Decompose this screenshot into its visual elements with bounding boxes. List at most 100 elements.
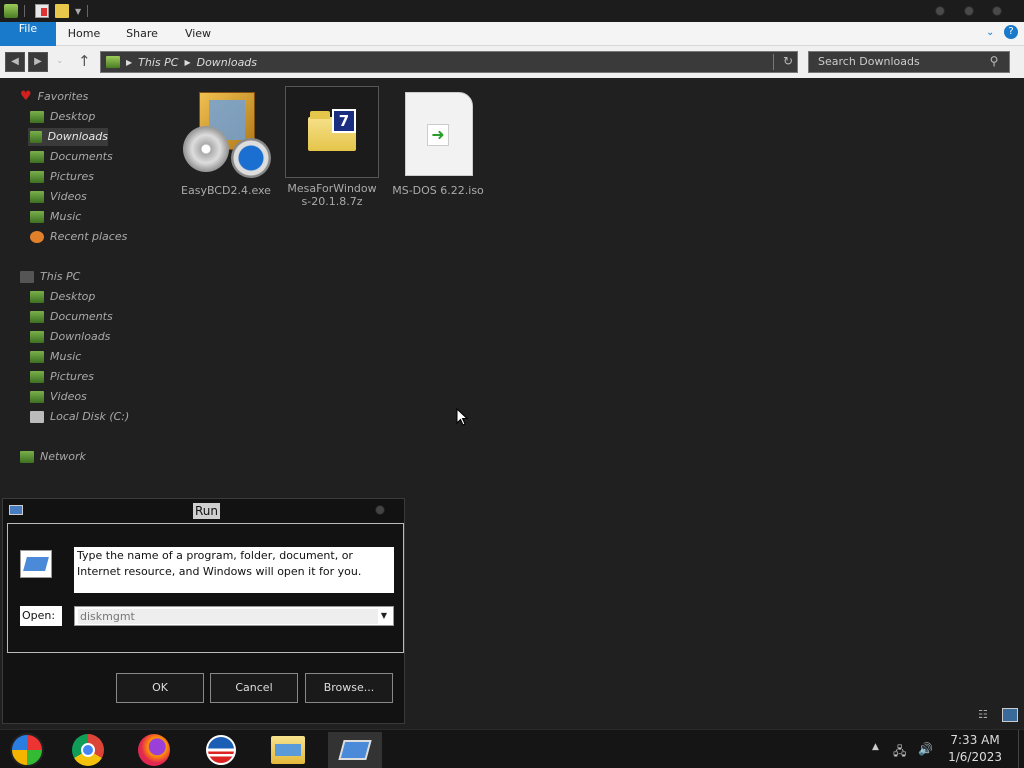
nav-label: Documents	[50, 310, 113, 323]
taskbar-app-circle[interactable]	[194, 732, 248, 768]
network-icon	[20, 451, 34, 463]
recent-locations-icon[interactable]: ⌄	[56, 56, 64, 66]
clock-time: 7:33 AM	[950, 733, 1000, 747]
cancel-button[interactable]: Cancel	[210, 673, 298, 703]
nav-fav-downloads[interactable]: Downloads	[28, 128, 108, 146]
volume-icon[interactable]: 🔊	[918, 742, 933, 756]
start-button[interactable]	[0, 732, 54, 768]
nav-pc-desktop[interactable]: Desktop	[30, 288, 95, 306]
explorer-app-icon[interactable]	[4, 4, 18, 18]
details-view-icon[interactable]: ☷	[978, 708, 992, 722]
music-icon	[30, 211, 44, 223]
nav-label: Documents	[50, 150, 113, 163]
breadcrumb-downloads[interactable]: Downloads	[197, 56, 257, 69]
system-clock[interactable]: 7:33 AM 1/6/2023	[948, 732, 1002, 766]
nav-pc-pictures[interactable]: Pictures	[30, 368, 94, 386]
nav-fav-videos[interactable]: Videos	[30, 188, 87, 206]
nav-network[interactable]: Network	[20, 448, 86, 466]
nav-label: Music	[50, 350, 82, 363]
taskbar-run[interactable]	[328, 732, 382, 768]
nav-fav-documents[interactable]: Documents	[30, 148, 113, 166]
documents-icon	[30, 311, 44, 323]
run-program-icon	[20, 550, 52, 578]
downloads-icon	[30, 331, 44, 343]
search-icon[interactable]: ⚲	[985, 54, 1003, 70]
expand-ribbon-icon[interactable]: ⌄	[986, 27, 994, 38]
maximize-button[interactable]	[964, 6, 974, 16]
help-icon[interactable]: ?	[1004, 25, 1018, 39]
taskbar-file-explorer[interactable]	[261, 732, 315, 768]
desktop-icon	[30, 291, 44, 303]
breadcrumb-separator-icon[interactable]: ▶	[126, 58, 132, 67]
nav-pc-documents[interactable]: Documents	[30, 308, 113, 326]
mouse-cursor-icon	[456, 407, 469, 429]
file-item-easybcd[interactable]: EasyBCD2.4.exe	[178, 90, 274, 197]
nav-this-pc-header[interactable]: This PC	[20, 268, 80, 286]
ribbon: File Home Share View ⌄ ?	[0, 22, 1024, 46]
setup-icon	[181, 90, 271, 180]
network-tray-icon[interactable]: 🖧	[893, 742, 906, 763]
nav-label: This PC	[40, 270, 81, 283]
file-item-msdos[interactable]: ➜ MS-DOS 6.22.iso	[390, 90, 486, 197]
nav-pc-music[interactable]: Music	[30, 348, 81, 366]
ok-button[interactable]: OK	[116, 673, 204, 703]
nav-fav-pictures[interactable]: Pictures	[30, 168, 94, 186]
nav-label: Videos	[50, 390, 87, 403]
up-button[interactable]: ↑	[78, 52, 91, 70]
forward-button[interactable]: ▶	[28, 52, 48, 72]
new-folder-icon[interactable]	[55, 4, 69, 18]
nav-fav-desktop[interactable]: Desktop	[30, 108, 95, 126]
dropdown-arrow-icon[interactable]: ▼	[377, 608, 391, 624]
file-item-mesa[interactable]: 7 MesaForWindows-20.1.8.7z	[284, 86, 380, 208]
tab-file[interactable]: File	[0, 22, 56, 46]
nav-pc-downloads[interactable]: Downloads	[30, 328, 110, 346]
address-bar[interactable]: ▶ This PC ▶ Downloads ↻	[100, 51, 798, 73]
clock-date: 1/6/2023	[948, 750, 1002, 764]
file-name: MS-DOS 6.22.iso	[392, 184, 484, 197]
nav-label: Favorites	[37, 90, 89, 103]
taskbar-firefox[interactable]	[127, 732, 181, 768]
dialog-close-button[interactable]	[375, 505, 385, 515]
refresh-icon[interactable]: ↻	[773, 54, 793, 70]
pictures-icon	[30, 371, 44, 383]
properties-icon[interactable]	[35, 4, 49, 18]
file-name: EasyBCD2.4.exe	[181, 184, 271, 197]
tab-view[interactable]: View	[178, 22, 218, 46]
recent-places-icon	[30, 231, 44, 243]
nav-fav-recent-places[interactable]: Recent places	[30, 228, 127, 246]
tab-home[interactable]: Home	[62, 22, 106, 46]
taskbar-chrome[interactable]	[61, 732, 115, 768]
videos-icon	[30, 191, 44, 203]
nav-label: Recent places	[50, 230, 128, 243]
navigation-pane: ♥ Favorites Desktop Downloads Documents …	[0, 80, 170, 500]
breadcrumb-this-pc[interactable]: This PC	[138, 56, 178, 69]
nav-label: Music	[50, 210, 82, 223]
breadcrumb-separator-icon[interactable]: ▶	[184, 58, 190, 67]
nav-pc-videos[interactable]: Videos	[30, 388, 87, 406]
search-input[interactable]: Search Downloads	[808, 51, 1010, 73]
open-input[interactable]: diskmgmt	[78, 609, 378, 624]
tab-share[interactable]: Share	[120, 22, 164, 46]
back-button[interactable]: ◀	[5, 52, 25, 72]
show-desktop-button[interactable]	[1018, 730, 1024, 768]
large-icons-view-icon[interactable]	[1002, 708, 1018, 722]
firefox-icon	[138, 734, 170, 766]
open-combobox[interactable]: diskmgmt ▼	[74, 606, 394, 626]
nav-favorites-header[interactable]: ♥ Favorites	[20, 88, 88, 106]
nav-label: Pictures	[50, 170, 95, 183]
computer-icon	[20, 271, 34, 283]
open-label: Open:	[20, 606, 62, 626]
minimize-button[interactable]	[935, 6, 945, 16]
chrome-icon	[72, 734, 104, 766]
nav-pc-local-disk[interactable]: Local Disk (C:)	[30, 408, 129, 426]
dialog-description: Type the name of a program, folder, docu…	[74, 547, 394, 593]
title-bar: ▼	[0, 0, 1024, 22]
customize-quick-access-icon[interactable]: ▼	[75, 7, 81, 16]
close-button[interactable]	[992, 6, 1002, 16]
iso-file-icon: ➜	[393, 90, 483, 180]
browse-button[interactable]: Browse...	[305, 673, 393, 703]
nav-label: Pictures	[50, 370, 95, 383]
address-row: ◀ ▶ ⌄ ↑ ▶ This PC ▶ Downloads ↻ Search D…	[0, 46, 1024, 78]
nav-fav-music[interactable]: Music	[30, 208, 81, 226]
show-hidden-icons[interactable]: ▲	[872, 742, 879, 752]
